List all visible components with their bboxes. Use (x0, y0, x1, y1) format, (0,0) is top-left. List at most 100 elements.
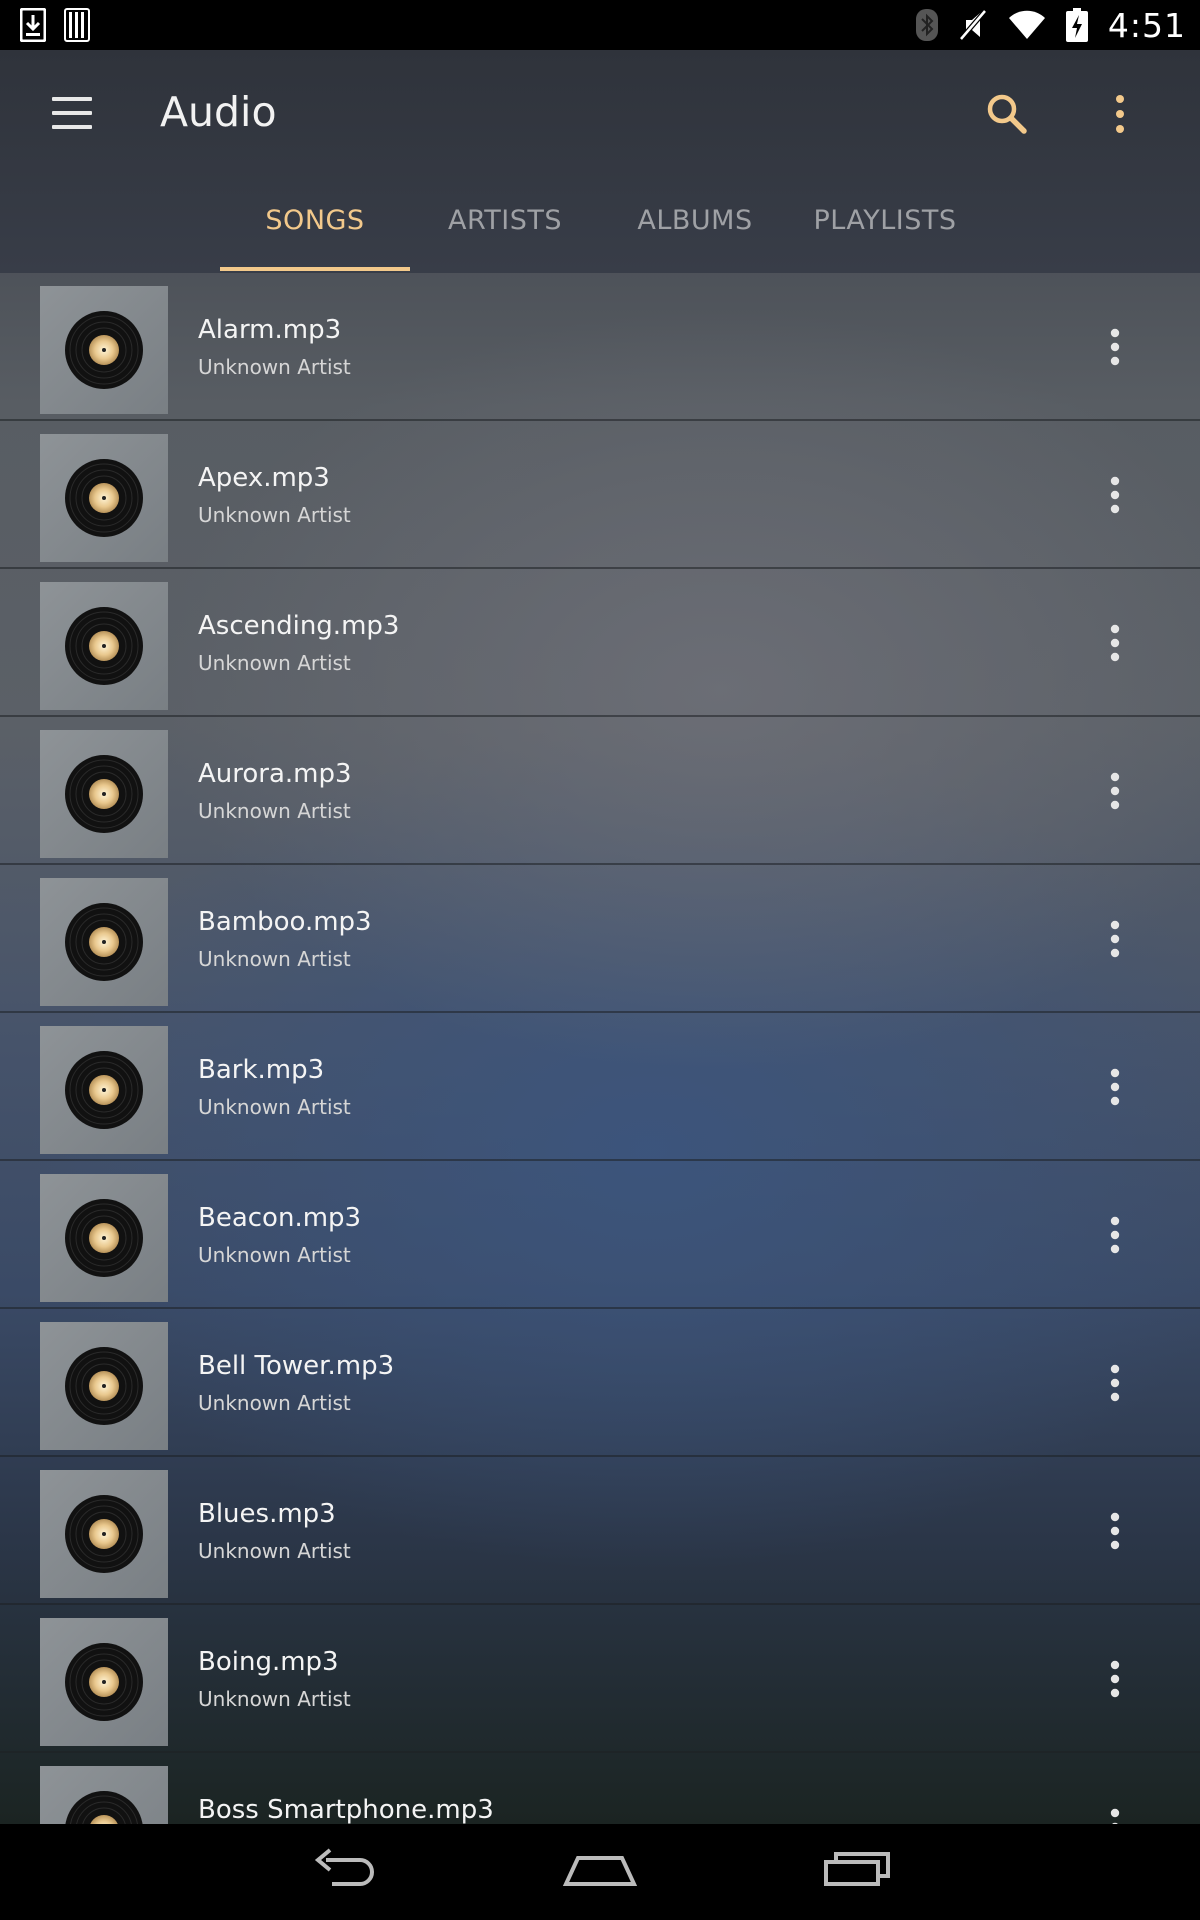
more-vert-icon (1110, 328, 1120, 366)
vinyl-record-icon (65, 1495, 143, 1573)
song-title: Blues.mp3 (198, 1499, 336, 1529)
more-vert-icon (1110, 1512, 1120, 1550)
song-overflow-button[interactable] (1098, 1805, 1132, 1824)
song-row[interactable]: Beacon.mp3 Unknown Artist (0, 1161, 1200, 1309)
song-title: Bamboo.mp3 (198, 907, 372, 937)
song-artist: Unknown Artist (198, 1539, 351, 1563)
song-artist: Unknown Artist (198, 1391, 351, 1415)
album-art (40, 582, 168, 710)
song-row[interactable]: Apex.mp3 Unknown Artist (0, 421, 1200, 569)
album-art (40, 1322, 168, 1450)
bluetooth-icon (915, 9, 938, 41)
song-row[interactable]: Boing.mp3 Unknown Artist (0, 1605, 1200, 1753)
more-vert-icon (1110, 772, 1120, 810)
download-icon (20, 8, 46, 42)
vinyl-record-icon (65, 903, 143, 981)
song-row[interactable]: Boss Smartphone.mp3Unknown Artist (0, 1753, 1200, 1824)
album-art (40, 434, 168, 562)
recents-icon (824, 1852, 890, 1886)
song-row[interactable]: Bark.mp3 Unknown Artist (0, 1013, 1200, 1161)
tab-bar: SONGS ARTISTS ALBUMS PLAYLISTS (0, 205, 1200, 273)
more-vert-icon (1110, 1068, 1120, 1106)
album-art (40, 1174, 168, 1302)
song-artist: Unknown Artist (198, 947, 351, 971)
back-button[interactable] (308, 1846, 378, 1900)
song-overflow-button[interactable] (1098, 917, 1132, 961)
song-title: Boing.mp3 (198, 1647, 339, 1677)
song-overflow-button[interactable] (1098, 769, 1132, 813)
vinyl-record-icon (65, 1051, 143, 1129)
tab-albums[interactable]: ALBUMS (600, 205, 790, 273)
song-artist: Unknown Artist (198, 1687, 351, 1711)
tab-playlists[interactable]: PLAYLISTS (790, 205, 980, 273)
song-title: Bell Tower.mp3 (198, 1351, 395, 1381)
album-art (40, 1766, 168, 1824)
song-row[interactable]: Alarm.mp3 Unknown Artist (0, 273, 1200, 421)
song-artist: Unknown Artist (198, 1095, 351, 1119)
song-artist: Unknown Artist (198, 355, 351, 379)
song-title: Alarm.mp3 (198, 315, 342, 345)
more-vert-icon (1110, 920, 1120, 958)
tab-indicator (220, 267, 410, 271)
status-left-icons (20, 8, 90, 42)
more-vert-icon (1116, 95, 1124, 133)
song-title: Aurora.mp3 (198, 759, 352, 789)
vinyl-record-icon (65, 755, 143, 833)
more-vert-icon (1110, 1660, 1120, 1698)
song-overflow-button[interactable] (1098, 1509, 1132, 1553)
song-overflow-button[interactable] (1098, 1361, 1132, 1405)
song-artist: Unknown Artist (198, 651, 351, 675)
vinyl-record-icon (65, 607, 143, 685)
status-right-icons: 4:51 (915, 0, 1186, 50)
song-overflow-button[interactable] (1098, 325, 1132, 369)
home-button[interactable] (562, 1846, 638, 1900)
more-vert-icon (1110, 1216, 1120, 1254)
more-vert-icon (1110, 1364, 1120, 1402)
back-icon (314, 1848, 374, 1886)
navigation-bar (0, 1824, 1200, 1920)
album-art (40, 1470, 168, 1598)
vinyl-record-icon (65, 1347, 143, 1425)
vinyl-record-icon (65, 459, 143, 537)
song-overflow-button[interactable] (1098, 473, 1132, 517)
song-row[interactable]: Aurora.mp3 Unknown Artist (0, 717, 1200, 865)
album-art (40, 1618, 168, 1746)
more-vert-icon (1110, 1808, 1120, 1824)
page-title: Audio (160, 88, 277, 136)
song-title: Apex.mp3 (198, 463, 330, 493)
song-row[interactable]: Ascending.mp3 Unknown Artist (0, 569, 1200, 717)
recents-button[interactable] (822, 1846, 894, 1900)
more-vert-icon (1110, 624, 1120, 662)
song-row[interactable]: Bell Tower.mp3 Unknown Artist (0, 1309, 1200, 1457)
vinyl-record-icon (65, 1791, 143, 1824)
status-clock: 4:51 (1107, 5, 1186, 45)
song-title: Ascending.mp3 (198, 611, 400, 641)
battery-charging-icon (1065, 8, 1088, 42)
song-artist: Unknown Artist (198, 799, 351, 823)
tab-artists[interactable]: ARTISTS (410, 205, 600, 273)
song-overflow-button[interactable] (1098, 1065, 1132, 1109)
vinyl-record-icon (65, 1643, 143, 1721)
song-artist: Unknown Artist (198, 503, 351, 527)
wifi-icon (1008, 10, 1045, 40)
tab-songs[interactable]: SONGS (220, 205, 410, 273)
home-icon (562, 1856, 638, 1886)
song-title: Bark.mp3 (198, 1055, 325, 1085)
screen: 4:51 Audio SONGS ARTISTS ALBUMS PLAYLIST… (0, 0, 1200, 1920)
song-row[interactable]: Bamboo.mp3 Unknown Artist (0, 865, 1200, 1013)
album-art (40, 1026, 168, 1154)
more-vert-icon (1110, 476, 1120, 514)
song-artist: Unknown Artist (198, 1243, 351, 1267)
song-overflow-button[interactable] (1098, 1657, 1132, 1701)
album-art (40, 286, 168, 414)
search-button[interactable] (985, 92, 1029, 136)
song-title: Beacon.mp3 (198, 1203, 362, 1233)
song-overflow-button[interactable] (1098, 1213, 1132, 1257)
hamburger-menu-icon[interactable] (52, 97, 92, 129)
song-row[interactable]: Blues.mp3 Unknown Artist (0, 1457, 1200, 1605)
album-art (40, 730, 168, 858)
overflow-menu-button[interactable] (1105, 92, 1135, 136)
song-overflow-button[interactable] (1098, 621, 1132, 665)
vinyl-record-icon (65, 1199, 143, 1277)
search-icon (987, 94, 1027, 134)
